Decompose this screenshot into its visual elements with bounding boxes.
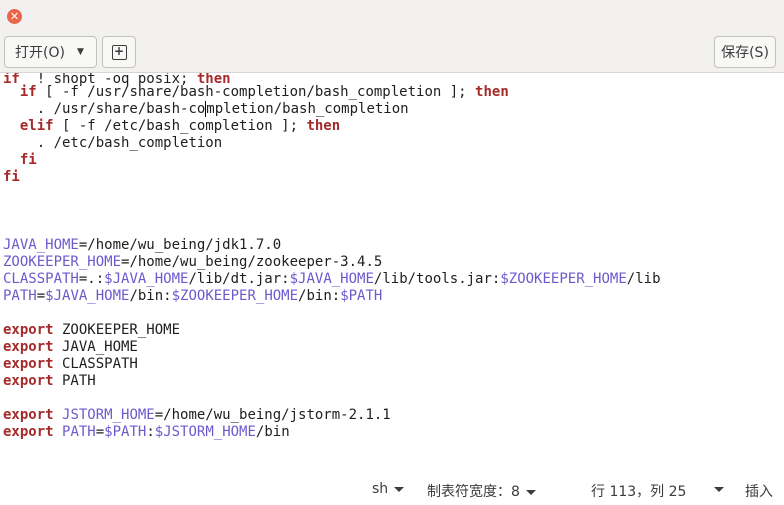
insert-mode-label: 插入 <box>745 484 773 500</box>
code-line: export JAVA_HOME <box>3 339 138 356</box>
save-button[interactable]: 保存(S) <box>714 36 776 68</box>
code-token: $ZOOKEEPER_HOME <box>171 288 299 304</box>
code-token: $PATH <box>340 288 383 304</box>
status-bar: sh 制表符宽度：8 行 113，列 25 插入 <box>0 469 784 505</box>
tab-width-selector[interactable]: 制表符宽度：8 <box>427 481 536 501</box>
code-token: then <box>475 84 509 100</box>
code-token: [ -f <box>36 84 88 100</box>
code-token: $JSTORM_HOME <box>154 424 256 440</box>
code-token: = <box>95 424 105 440</box>
code-token: /bin: <box>298 288 341 304</box>
code-token: if <box>19 84 37 100</box>
code-token: . <box>3 135 54 151</box>
code-line: fi <box>3 152 37 169</box>
code-token: /bin: <box>129 288 172 304</box>
toolbar: 打开(O) ▼ + 保存(S) <box>0 34 784 73</box>
code-line: export ZOOKEEPER_HOME <box>3 322 180 339</box>
code-token: elif <box>19 118 54 134</box>
code-token: $PATH <box>104 424 147 440</box>
code-line: fi <box>3 169 20 186</box>
code-editor[interactable]: if ! shopt -oq posix; then if [ -f /usr/… <box>0 73 784 469</box>
code-token: export <box>3 339 54 355</box>
code-token: PATH <box>3 288 37 304</box>
chevron-down-icon: ▼ <box>76 47 84 57</box>
code-token: ZOOKEEPER_HOME <box>3 254 122 270</box>
code-token: /bin <box>255 424 290 440</box>
code-token: fi <box>19 152 37 168</box>
chevron-down-icon <box>714 486 724 492</box>
insert-mode[interactable]: 插入 <box>745 481 773 501</box>
code-token: export <box>3 322 54 338</box>
code-token: = <box>36 288 46 304</box>
cursor-position-label: 行 113，列 25 <box>591 484 687 500</box>
chevron-down-icon <box>394 486 405 492</box>
code-token: $ZOOKEEPER_HOME <box>500 271 627 287</box>
position-menu-button[interactable] <box>708 481 724 497</box>
code-token: =/home/wu_being/jstorm-2.1.1 <box>154 407 391 423</box>
code-token: ]; <box>441 84 476 100</box>
code-token: /etc/bash_completion <box>104 118 273 134</box>
code-token: JSTORM_HOME <box>62 407 155 423</box>
code-token: then <box>306 118 341 134</box>
close-icon[interactable]: ✕ <box>7 9 22 24</box>
code-token: . <box>3 101 54 117</box>
code-line: export PATH <box>3 373 96 390</box>
code-token: export <box>3 356 54 372</box>
code-token: [ -f <box>53 118 105 134</box>
code-token: =/home/wu_being/zookeeper-3.4.5 <box>121 254 383 270</box>
code-line: export PATH=$PATH:$JSTORM_HOME/bin <box>3 424 290 441</box>
new-document-button[interactable]: + <box>102 36 136 68</box>
code-line: . /etc/bash_completion <box>3 135 222 152</box>
open-button[interactable]: 打开(O) ▼ <box>4 36 97 68</box>
code-token: ZOOKEEPER_HOME <box>53 322 181 338</box>
code-token: /usr/share/bash-co <box>53 101 206 117</box>
code-token: $JAVA_HOME <box>289 271 374 287</box>
new-document-icon: + <box>111 44 127 60</box>
code-token: =.: <box>78 271 105 287</box>
code-token: $JAVA_HOME <box>45 288 130 304</box>
code-line: if [ -f /usr/share/bash-completion/bash_… <box>3 84 509 101</box>
tab-width-label: 制表符宽度：8 <box>427 484 520 500</box>
code-token: JAVA_HOME <box>53 339 138 355</box>
code-token: export <box>3 424 54 440</box>
code-token: PATH <box>62 424 96 440</box>
code-line: elif [ -f /etc/bash_completion ]; then <box>3 118 340 135</box>
code-token: mpletion/bash_completion <box>206 101 409 117</box>
code-line: export JSTORM_HOME=/home/wu_being/jstorm… <box>3 407 391 424</box>
code-token: export <box>3 407 54 423</box>
open-button-label: 打开(O) <box>15 45 65 61</box>
code-token: export <box>3 373 54 389</box>
title-bar: ✕ <box>0 0 784 34</box>
code-token: =/home/wu_being/jdk1.7.0 <box>78 237 282 253</box>
code-token: /lib <box>626 271 661 287</box>
code-line: . /usr/share/bash-completion/bash_comple… <box>3 101 409 118</box>
code-line: JAVA_HOME=/home/wu_being/jdk1.7.0 <box>3 237 281 254</box>
code-token: ]; <box>272 118 307 134</box>
code-token: /usr/share/bash-completion/bash_completi… <box>87 84 442 100</box>
language-label: sh <box>372 481 389 497</box>
code-token: $JAVA_HOME <box>104 271 189 287</box>
save-button-label: 保存(S) <box>721 45 769 61</box>
code-line: CLASSPATH=.:$JAVA_HOME/lib/dt.jar:$JAVA_… <box>3 271 661 288</box>
code-token: CLASSPATH <box>53 356 138 372</box>
code-token: CLASSPATH <box>3 271 79 287</box>
cursor-position[interactable]: 行 113，列 25 <box>591 481 686 501</box>
code-token: /lib/dt.jar: <box>188 271 290 287</box>
code-token: JAVA_HOME <box>3 237 79 253</box>
code-token: fi <box>3 169 20 185</box>
code-line: export CLASSPATH <box>3 356 138 373</box>
code-token: PATH <box>53 373 96 389</box>
code-line: ZOOKEEPER_HOME=/home/wu_being/zookeeper-… <box>3 254 382 271</box>
chevron-down-icon <box>525 489 536 495</box>
code-token: /lib/tools.jar: <box>373 271 501 287</box>
code-token: /etc/bash_completion <box>53 135 223 151</box>
code-token: : <box>146 424 155 440</box>
code-line: PATH=$JAVA_HOME/bin:$ZOOKEEPER_HOME/bin:… <box>3 288 382 305</box>
language-selector[interactable]: sh <box>372 481 405 497</box>
